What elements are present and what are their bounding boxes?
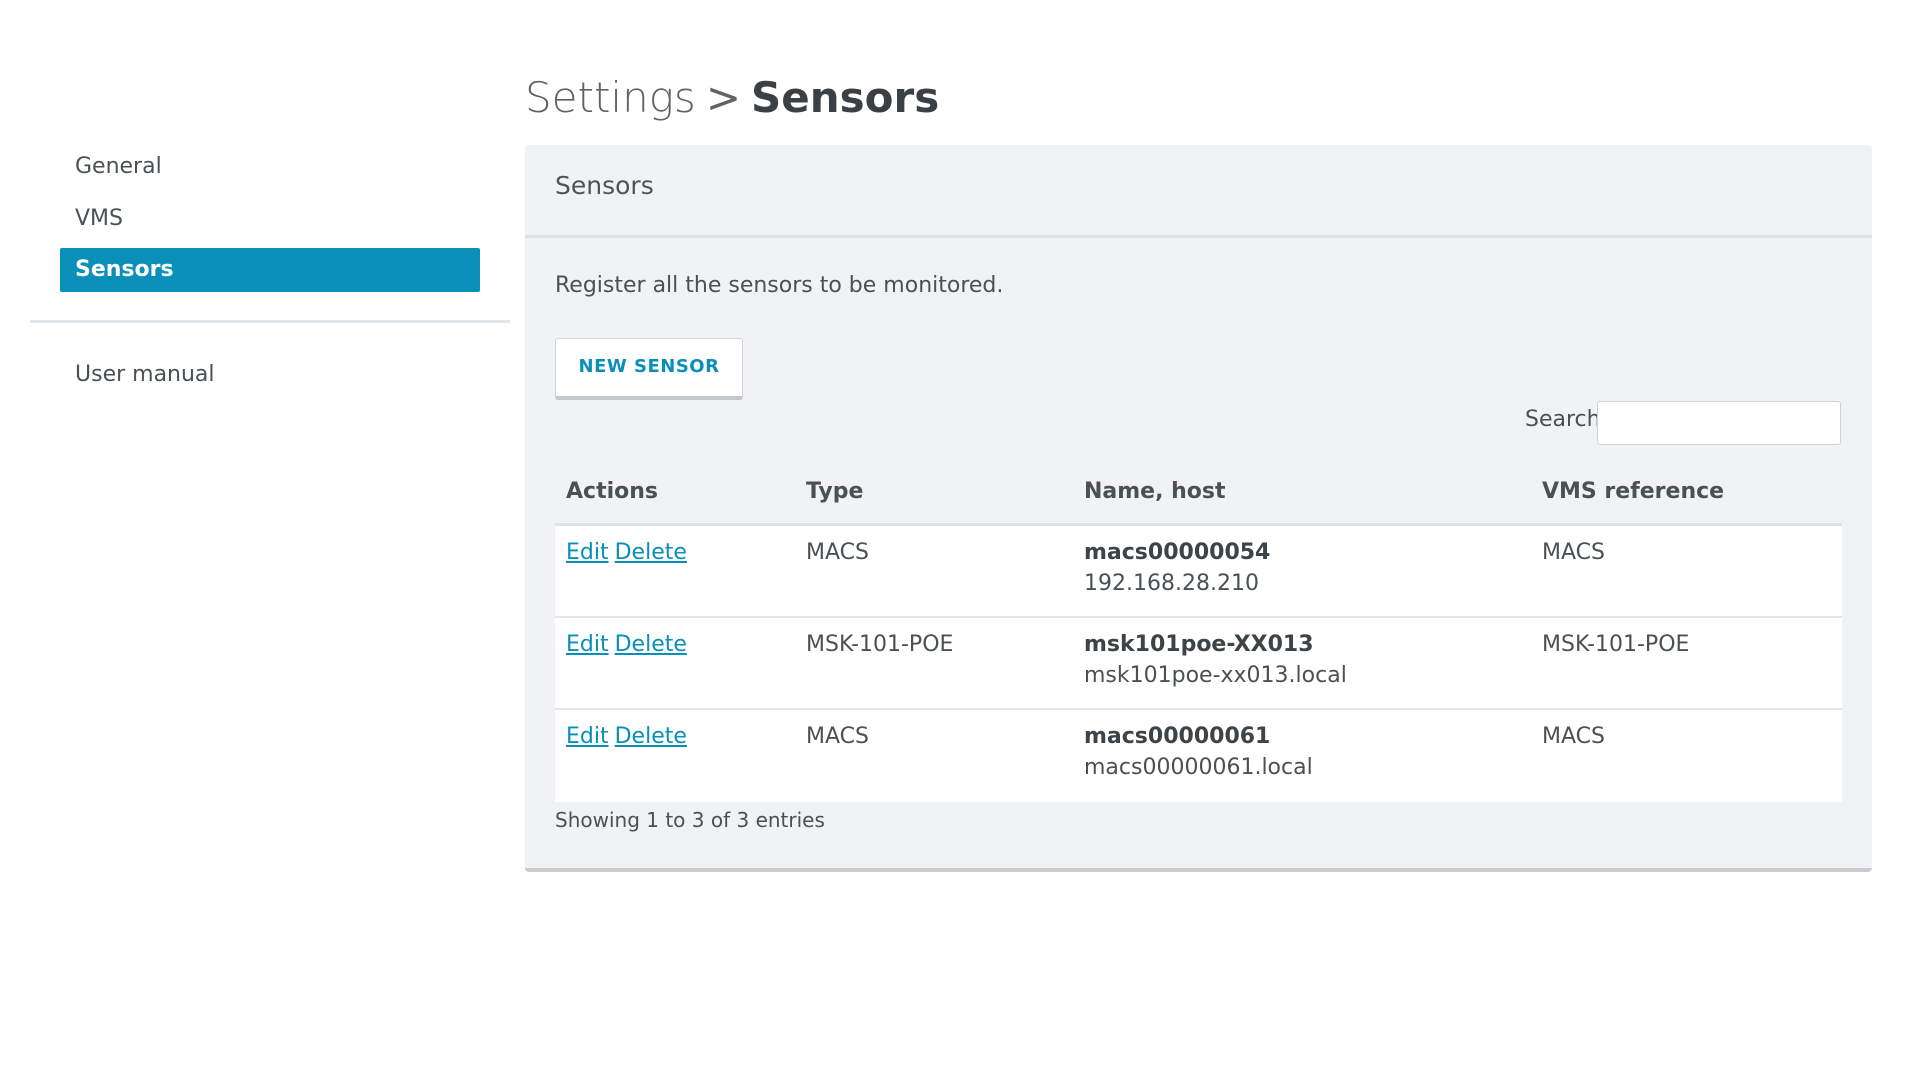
- page-title: Sensors: [751, 73, 940, 122]
- breadcrumb-separator: >: [705, 73, 742, 122]
- card-description: Register all the sensors to be monitored…: [555, 273, 1004, 298]
- sensor-name: msk101poe-XX013: [1084, 632, 1314, 657]
- search-label: Search:: [1525, 407, 1608, 432]
- breadcrumb: Settings > Sensors: [525, 70, 939, 126]
- delete-link[interactable]: Delete: [615, 724, 687, 749]
- sidebar-item-general[interactable]: General: [60, 145, 480, 189]
- table-row: Edit Delete MACS macs00000061 macs0000006…: [555, 710, 1842, 802]
- sensor-name-host: macs00000061 macs00000061.local: [1084, 724, 1313, 780]
- sensor-vms-reference: MSK-101-POE: [1542, 632, 1690, 657]
- sensor-vms-reference: MACS: [1542, 724, 1605, 749]
- column-header-type[interactable]: Type: [806, 479, 863, 504]
- sensors-table: Actions Type Name, host VMS reference Ed…: [555, 463, 1842, 802]
- sensor-type: MACS: [806, 540, 869, 565]
- card-header: Sensors: [525, 145, 1872, 238]
- row-actions: Edit Delete: [566, 540, 693, 565]
- edit-link[interactable]: Edit: [566, 724, 609, 749]
- table-row: Edit Delete MSK-101-POE msk101poe-XX013 m…: [555, 618, 1842, 710]
- new-sensor-button[interactable]: NEW SENSOR: [555, 338, 743, 400]
- sidebar-item-sensors[interactable]: Sensors: [60, 248, 480, 292]
- search-input[interactable]: [1597, 401, 1841, 445]
- sensor-name: macs00000054: [1084, 540, 1271, 565]
- column-header-vms-reference[interactable]: VMS reference: [1542, 479, 1724, 504]
- sidebar-item-user-manual[interactable]: User manual: [60, 353, 480, 397]
- row-actions: Edit Delete: [566, 724, 693, 749]
- column-header-name-host[interactable]: Name, host: [1084, 479, 1226, 504]
- sensor-name: macs00000061: [1084, 724, 1271, 749]
- sensor-host: macs00000061.local: [1084, 755, 1313, 780]
- sensor-type: MACS: [806, 724, 869, 749]
- breadcrumb-settings[interactable]: Settings: [525, 73, 696, 122]
- sensor-vms-reference: MACS: [1542, 540, 1605, 565]
- sensor-host: 192.168.28.210: [1084, 571, 1259, 596]
- delete-link[interactable]: Delete: [615, 632, 687, 657]
- delete-link[interactable]: Delete: [615, 540, 687, 565]
- row-actions: Edit Delete: [566, 632, 693, 657]
- sidebar-item-vms[interactable]: VMS: [60, 197, 480, 241]
- sensor-type: MSK-101-POE: [806, 632, 954, 657]
- card-title: Sensors: [555, 171, 654, 200]
- table-entries-info: Showing 1 to 3 of 3 entries: [555, 808, 825, 832]
- sensor-host: msk101poe-xx013.local: [1084, 663, 1347, 688]
- table-header: Actions Type Name, host VMS reference: [555, 463, 1842, 526]
- table-row: Edit Delete MACS macs00000054 192.168.28.…: [555, 526, 1842, 618]
- sensors-card: Sensors Register all the sensors to be m…: [525, 145, 1872, 872]
- edit-link[interactable]: Edit: [566, 540, 609, 565]
- sensor-name-host: macs00000054 192.168.28.210: [1084, 540, 1270, 596]
- settings-page: Settings > Sensors General VMS Sensors Use…: [0, 0, 1920, 1080]
- sidebar-divider: [30, 320, 510, 323]
- edit-link[interactable]: Edit: [566, 632, 609, 657]
- column-header-actions[interactable]: Actions: [566, 479, 658, 504]
- sensor-name-host: msk101poe-XX013 msk101poe-xx013.local: [1084, 632, 1347, 688]
